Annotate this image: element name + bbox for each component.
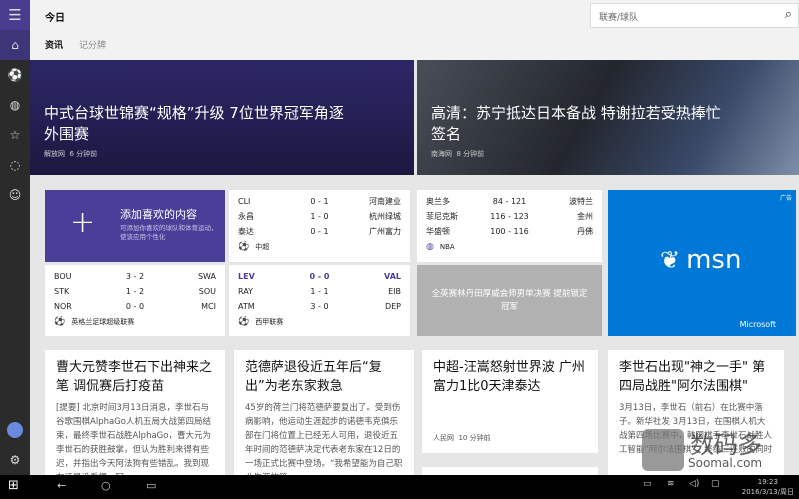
ad-company: Microsoft bbox=[739, 320, 776, 329]
article-headline: 李世石出现"神之一手" 第四局战胜"阿尔法围棋" bbox=[619, 360, 766, 394]
league-label: 中超 bbox=[255, 243, 270, 251]
volume-icon[interactable]: ◁) bbox=[689, 479, 699, 489]
task-view-icon[interactable]: ▭ bbox=[146, 479, 156, 492]
hero-meta: 解放网 6 分钟前 bbox=[44, 150, 98, 158]
score-tile-nba[interactable]: 奥兰多 84 - 121 波特兰 菲尼克斯 116 - 123 金州 华盛顿 100 - … bbox=[417, 190, 602, 262]
soccer-icon[interactable]: ⚽ bbox=[0, 60, 30, 90]
add-tile-desc: 可添加你喜欢的球队和体育运动，使该应用个性化 bbox=[120, 224, 218, 241]
score-tile-csl[interactable]: CLI 0 - 1 河南建业 永昌 1 - 0 杭州绿城 泰达 0 - 1 广州富力 ⚽ 中超 bbox=[229, 190, 410, 262]
article-card[interactable]: 曹大元赞李世石下出神来之笔 调侃赛后打疫苗 [提要] 北京时间3月13日消息，李… bbox=[45, 350, 225, 475]
basketball-icon[interactable]: ◍ bbox=[0, 90, 30, 120]
score-tile-liga[interactable]: LEV 0 - 0 VAL RAY 1 - 1 EIB ATM 3 - 0 DEP ⚽ 西甲联… bbox=[229, 265, 410, 336]
watermark: 数码多 Soomal.com bbox=[640, 425, 790, 475]
add-tile-title: 添加喜欢的内容 bbox=[120, 208, 197, 221]
article-headline: 中超-汪嵩怒射世界波 广州富力1比0天津泰达 bbox=[433, 360, 585, 394]
article-card[interactable]: 中超-汪嵩怒射世界波 广州富力1比0天津泰达 人民网 10 分钟前 bbox=[422, 350, 598, 453]
add-favorites-tile[interactable]: + 添加喜欢的内容 可添加你喜欢的球队和体育运动，使该应用个性化 bbox=[45, 190, 225, 262]
hero-headline: 高清：苏宁抵达日本备战 特谢拉若受热捧忙签名 bbox=[431, 104, 721, 143]
score-tile-epl[interactable]: BOU 3 - 2 SWA STK 1 - 2 SOU NOR 0 - 0 MCI ⚽ 英格兰… bbox=[45, 265, 225, 336]
article-meta: 人民网 10 分钟前 bbox=[433, 434, 491, 442]
article-card[interactable] bbox=[422, 467, 598, 475]
taskbar: ⊞ ← ○ ▭ ▭ ≋ ◁) ▢ 19:23 2016/3/13/周日 bbox=[0, 475, 799, 499]
butterfly-icon: ❦ bbox=[660, 246, 681, 274]
avatar[interactable] bbox=[0, 415, 30, 445]
volleyball-icon[interactable]: ◌ bbox=[0, 150, 30, 180]
sidebar: ☰ ⌂ ⚽ ◍ ☆ ◌ ☺ ⚙ bbox=[0, 0, 30, 475]
league-label: 英格兰足球超级联赛 bbox=[71, 318, 135, 326]
clock[interactable]: 19:23 2016/3/13/周日 bbox=[742, 477, 794, 497]
cortana-icon[interactable]: ○ bbox=[101, 479, 111, 492]
article-card[interactable]: 范德萨退役近五年后“复出”为老东家救急 45岁的荷兰门将范德萨要复出了。受到伤病… bbox=[234, 350, 414, 475]
ad-label: 广告 bbox=[779, 195, 792, 202]
tab-news[interactable]: 资讯 bbox=[45, 38, 63, 51]
battery-icon[interactable]: ▭ bbox=[643, 479, 652, 489]
hero-article-1[interactable]: 中式台球世锦赛“规格”升级 7位世界冠军角逐外围赛 解放网 6 分钟前 bbox=[30, 60, 414, 175]
article-headline: 曹大元赞李世石下出神来之笔 调侃赛后打疫苗 bbox=[56, 360, 213, 394]
hero-article-2[interactable]: 高清：苏宁抵达日本备战 特谢拉若受热捧忙签名 南海网 8 分钟前 bbox=[417, 60, 799, 175]
gear-icon[interactable]: ⚙ bbox=[0, 445, 30, 475]
basketball-icon: ◍ bbox=[426, 242, 434, 252]
news-tile-badminton[interactable]: 全英赛林丹田厚威会师男单决赛 提前锁定冠军 bbox=[417, 265, 602, 336]
favorites-icon[interactable]: ☆ bbox=[0, 120, 30, 150]
article-summary: 45岁的荷兰门将范德萨要复出了。受到伤病影响，他运动生涯起步的诺德韦克俱乐部在门… bbox=[245, 403, 403, 475]
article-summary: [提要] 北京时间3月13日消息，李世石与谷歌围棋AlphaGo人机五局大战第四… bbox=[56, 403, 211, 475]
smiley-icon[interactable]: ☺ bbox=[0, 180, 30, 210]
plus-icon: + bbox=[70, 205, 96, 240]
page-title: 今日 bbox=[45, 13, 65, 24]
soccer-icon: ⚽ bbox=[54, 317, 66, 327]
search-placeholder: 联赛/球队 bbox=[599, 13, 639, 23]
msn-ad-tile[interactable]: 广告 ❦ msn Microsoft bbox=[608, 190, 796, 336]
soccer-icon: ⚽ bbox=[238, 242, 250, 252]
league-label: NBA bbox=[439, 243, 455, 251]
soccer-icon: ⚽ bbox=[238, 317, 250, 327]
hero-meta: 南海网 8 分钟前 bbox=[431, 150, 485, 158]
tile-headline: 全英赛林丹田厚威会师男单决赛 提前锁定冠军 bbox=[431, 288, 588, 312]
home-icon[interactable]: ⌂ bbox=[0, 30, 30, 60]
article-headline: 范德萨退役近五年后“复出”为老东家救急 bbox=[245, 360, 382, 394]
windows-start-icon[interactable]: ⊞ bbox=[8, 478, 19, 493]
search-input[interactable]: 联赛/球队 ⌕ bbox=[590, 3, 799, 28]
tab-scoreboard[interactable]: 记分牌 bbox=[79, 38, 106, 51]
hamburger-icon[interactable]: ☰ bbox=[0, 0, 30, 30]
league-label: 西甲联赛 bbox=[255, 318, 284, 326]
header: 今日 资讯 记分牌 联赛/球队 ⌕ bbox=[30, 0, 799, 60]
msn-logo: ❦ msn bbox=[660, 245, 742, 275]
search-icon[interactable]: ⌕ bbox=[785, 7, 792, 22]
hero-headline: 中式台球世锦赛“规格”升级 7位世界冠军角逐外围赛 bbox=[44, 104, 344, 143]
back-icon[interactable]: ← bbox=[57, 479, 66, 492]
wifi-icon[interactable]: ≋ bbox=[667, 479, 675, 489]
notification-icon[interactable]: ▢ bbox=[711, 479, 720, 489]
